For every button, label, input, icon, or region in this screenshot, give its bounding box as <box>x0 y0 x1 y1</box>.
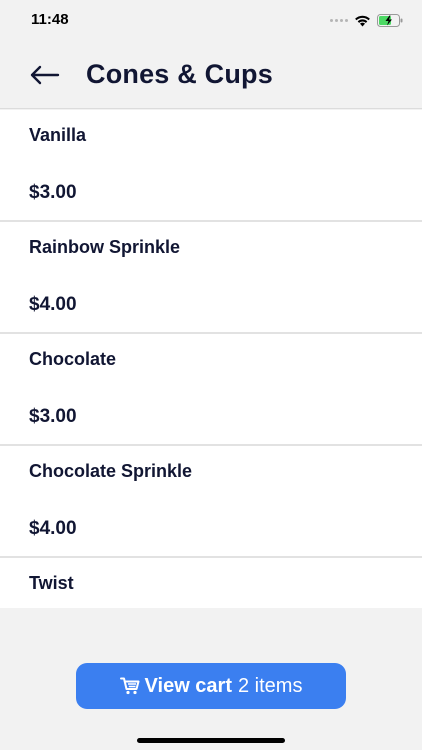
menu-item-chocolate-sprinkle[interactable]: Chocolate Sprinkle $4.00 <box>0 446 422 558</box>
item-name: Twist <box>29 573 74 593</box>
battery-charging-icon <box>377 13 403 27</box>
arrow-left-icon <box>30 65 60 85</box>
view-cart-button[interactable]: View cart 2 items <box>76 663 346 709</box>
status-bar: 11:48 <box>0 0 422 42</box>
cart-icon <box>119 677 140 695</box>
menu-item-twist[interactable]: Twist <box>0 558 422 608</box>
nav-header: Cones & Cups <box>0 42 422 109</box>
item-name: Chocolate <box>29 349 117 369</box>
status-time: 11:48 <box>31 11 69 28</box>
bottom-bar: View cart 2 items <box>0 608 422 750</box>
home-indicator <box>137 738 285 743</box>
menu-list: Vanilla $3.00 Rainbow Sprinkle $4.00 Cho… <box>0 110 422 608</box>
menu-item-vanilla[interactable]: Vanilla $3.00 <box>0 110 422 222</box>
cart-label: View cart <box>144 674 232 697</box>
item-name: Chocolate Sprinkle <box>29 461 193 481</box>
back-button[interactable] <box>24 57 64 93</box>
item-price: $3.00 <box>29 182 77 203</box>
item-price: $4.00 <box>29 518 77 539</box>
item-name: Rainbow Sprinkle <box>29 237 181 257</box>
page-title: Cones & Cups <box>86 59 273 89</box>
item-price: $4.00 <box>29 294 77 315</box>
menu-item-chocolate[interactable]: Chocolate $3.00 <box>0 334 422 446</box>
signal-dots-icon <box>330 18 348 22</box>
menu-item-rainbow-sprinkle[interactable]: Rainbow Sprinkle $4.00 <box>0 222 422 334</box>
status-icons <box>330 11 404 29</box>
item-price: $3.00 <box>29 406 77 427</box>
wifi-icon <box>355 15 370 26</box>
cart-item-count: 2 items <box>238 674 303 697</box>
item-name: Vanilla <box>29 125 87 145</box>
